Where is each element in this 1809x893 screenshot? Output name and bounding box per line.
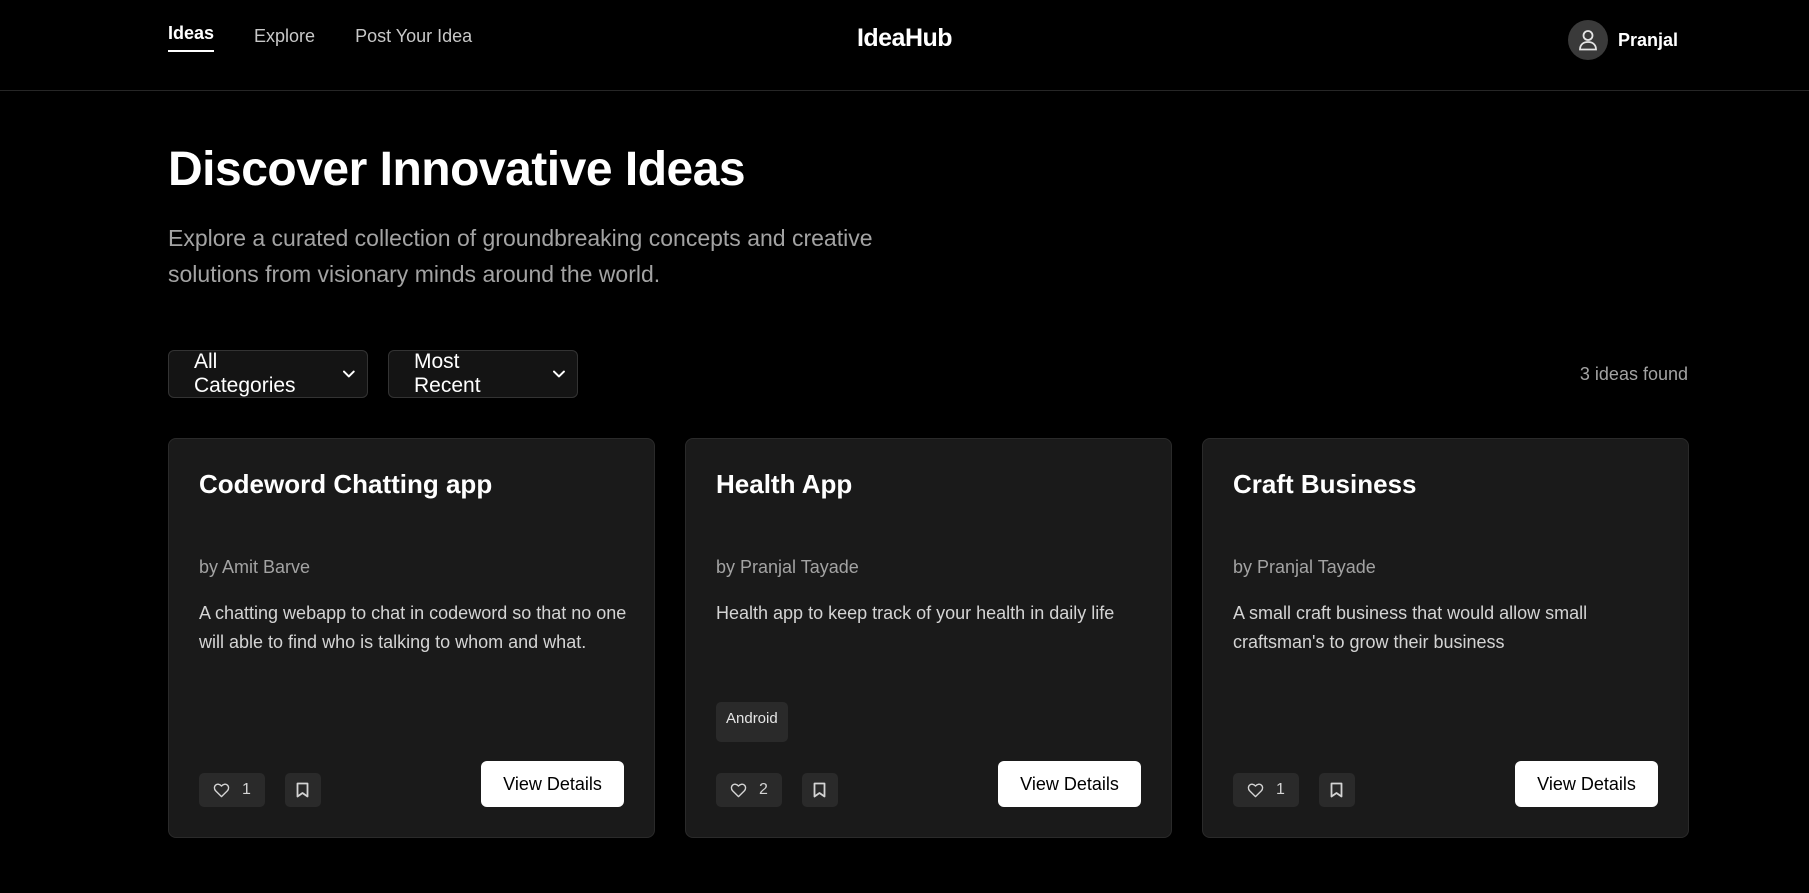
idea-description: Health app to keep track of your health … [716,603,1115,623]
nav-post-your-idea[interactable]: Post Your Idea [355,26,472,55]
user-name: Pranjal [1617,29,1678,50]
card-actions: 1 [199,773,321,807]
bookmark-icon [1331,782,1343,798]
heart-icon [1247,783,1264,797]
bookmark-button[interactable] [1318,773,1355,807]
card-actions: 1 [1233,773,1355,807]
user-icon [1579,30,1597,51]
nav-explore[interactable]: Explore [254,26,315,55]
category-select-value: All Categories [194,350,296,397]
like-button[interactable]: 2 [716,773,782,807]
idea-author: by Pranjal Tayade [1233,557,1376,577]
card-actions: 2 [716,773,838,807]
results-count: 3 ideas found [1579,364,1688,384]
bookmark-icon [297,782,309,798]
idea-author: by Amit Barve [199,557,311,577]
idea-title: Craft Business [1233,469,1417,499]
filter-bar: All Categories Most Recent [168,350,578,398]
page-subtitle: Explore a curated collection of groundbr… [168,225,873,287]
bookmark-button[interactable] [801,773,838,807]
avatar[interactable] [1567,20,1608,60]
idea-card: Health App by Pranjal Tayade Health app … [685,438,1172,838]
category-select[interactable]: All Categories [168,350,368,398]
like-button[interactable]: 1 [199,773,265,807]
heart-icon [730,783,747,797]
chevron-down-icon [343,370,355,378]
bookmark-icon [814,782,826,798]
sort-select[interactable]: Most Recent [388,350,578,398]
sort-select-value: Most Recent [414,350,481,397]
chevron-down-icon [553,370,565,378]
bookmark-button[interactable] [284,773,321,807]
idea-description: A small craft business that would allow … [1233,603,1588,652]
heart-icon [213,783,230,797]
like-count: 2 [759,781,768,798]
view-details-button[interactable]: View Details [481,761,624,807]
like-count: 1 [1276,781,1285,798]
top-navbar: Ideas Explore Post Your Idea IdeaHub Pra… [0,0,1809,91]
tag-badge: Android [716,702,788,742]
brand-logo[interactable]: IdeaHub [857,24,953,52]
main-nav: Ideas Explore Post Your Idea [168,23,472,55]
like-button[interactable]: 1 [1233,773,1299,807]
idea-author: by Pranjal Tayade [716,557,859,577]
idea-card: Codeword Chatting app by Amit Barve A ch… [168,438,655,838]
user-menu[interactable]: Pranjal [1567,20,1678,60]
idea-description: A chatting webapp to chat in codeword so… [199,603,627,652]
view-details-button[interactable]: View Details [998,761,1141,807]
view-details-button[interactable]: View Details [1515,761,1658,807]
nav-ideas[interactable]: Ideas [168,23,215,52]
like-count: 1 [242,781,251,798]
ideas-grid: Codeword Chatting app by Amit Barve A ch… [168,438,1689,838]
idea-title: Health App [716,469,853,499]
page-title: Discover Innovative Ideas [168,143,746,196]
idea-title: Codeword Chatting app [199,469,493,499]
idea-card: Craft Business by Pranjal Tayade A small… [1202,438,1689,838]
